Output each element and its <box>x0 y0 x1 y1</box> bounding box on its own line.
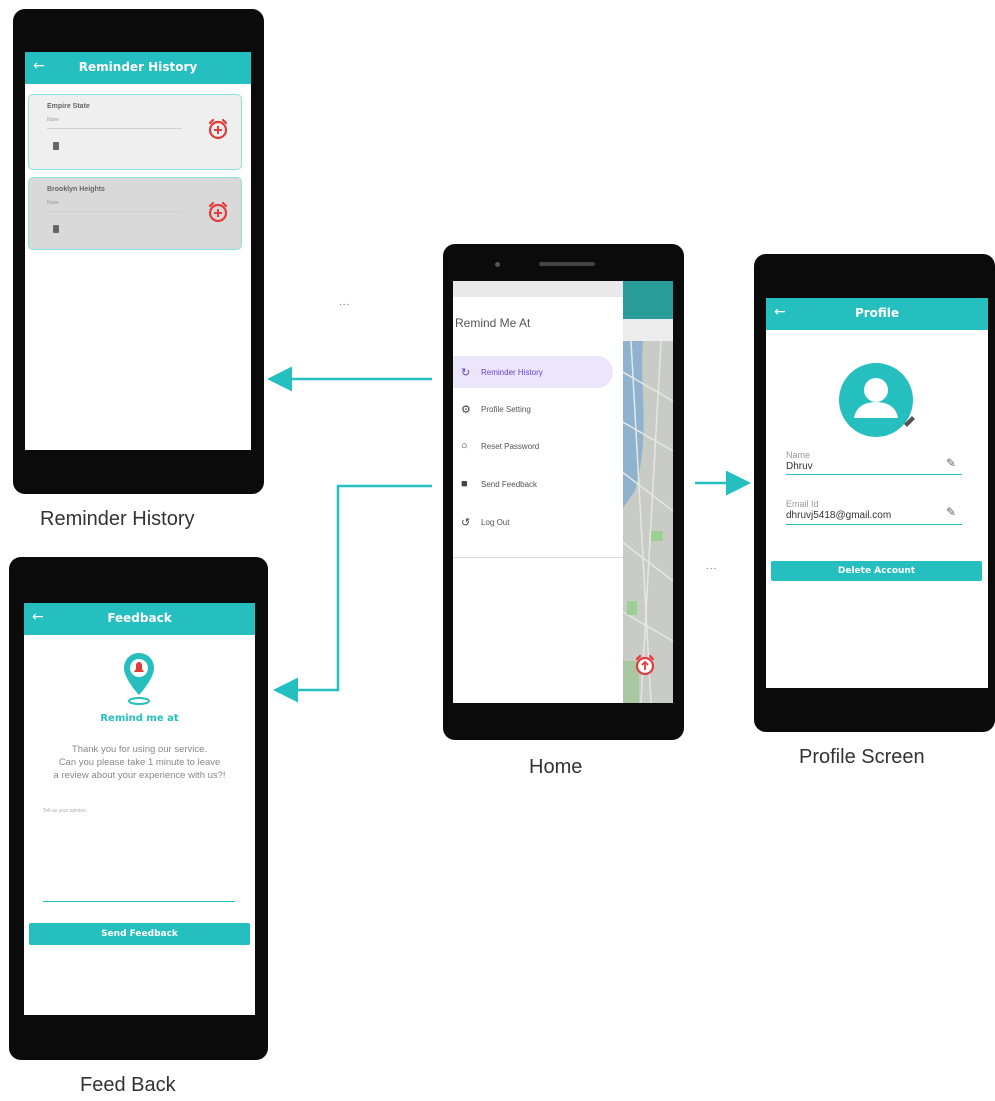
location-bell-logo-icon <box>124 653 154 705</box>
ellipsis-top: ... <box>339 297 351 308</box>
reminder-card-note: None <box>47 117 59 123</box>
profile-title: Profile <box>854 306 900 320</box>
menu-item-reminder-history[interactable]: ↻ Reminder History <box>453 356 613 388</box>
alarm-clock-icon[interactable] <box>207 118 229 140</box>
drawer-header-strip <box>453 281 623 297</box>
email-value[interactable]: dhruvj5418@gmail.com <box>786 510 891 521</box>
alarm-clock-icon[interactable] <box>207 201 229 223</box>
email-underline <box>786 524 962 525</box>
camera-icon <box>495 262 500 267</box>
drawer-divider <box>453 557 623 558</box>
name-value[interactable]: Dhruv <box>786 461 813 472</box>
menu-item-label: Reset Password <box>481 442 540 451</box>
menu-item-profile-setting[interactable]: ⚙ Profile Setting <box>453 393 613 425</box>
reminder-history-screen: ← Reminder History Empire State None Bro… <box>25 52 251 450</box>
feedback-icon: ■ <box>461 478 468 490</box>
reminder-card-title: Brooklyn Heights <box>47 186 105 193</box>
gear-icon: ⚙ <box>461 404 471 416</box>
navigation-drawer: Remind Me At ↻ Reminder History ⚙ Profil… <box>453 281 623 703</box>
delete-account-button[interactable]: Delete Account <box>771 561 982 581</box>
reminder-card[interactable]: Empire State None <box>28 94 242 170</box>
trash-icon[interactable] <box>53 142 59 150</box>
menu-item-reset-password[interactable]: ○ Reset Password <box>453 430 613 462</box>
trash-icon[interactable] <box>53 225 59 233</box>
avatar-icon[interactable] <box>838 362 918 438</box>
reminder-history-appbar: ← Reminder History <box>25 52 251 84</box>
profile-appbar: ← Profile <box>766 298 988 330</box>
edit-name-icon[interactable]: ✎ <box>946 456 956 470</box>
map-view[interactable] <box>621 281 673 703</box>
name-underline <box>786 474 962 475</box>
logout-icon: ↺ <box>461 517 471 529</box>
email-label: Email Id <box>786 499 819 509</box>
reminder-card[interactable]: Brooklyn Heights None <box>28 177 242 250</box>
message-line: a review about your experience with us?! <box>53 770 226 781</box>
caption-reminder-history: Reminder History <box>40 508 195 530</box>
reset-icon: ○ <box>461 440 468 452</box>
caption-feedback: Feed Back <box>80 1074 176 1096</box>
home-screen: Remind Me At ↻ Reminder History ⚙ Profil… <box>453 281 673 703</box>
menu-item-log-out[interactable]: ↺ Log Out <box>453 506 613 538</box>
reminder-history-phone: ← Reminder History Empire State None Bro… <box>13 9 264 494</box>
arrow-to-feedback <box>273 484 432 703</box>
feedback-screen: ← Feedback Remind me at Thank you for us… <box>24 603 255 1015</box>
home-phone: Remind Me At ↻ Reminder History ⚙ Profil… <box>443 244 684 740</box>
menu-item-label: Log Out <box>481 518 510 527</box>
message-line: Thank you for using our service. <box>71 744 208 755</box>
feedback-appbar: ← Feedback <box>24 603 255 635</box>
reminder-card-note: None <box>47 200 59 206</box>
alarm-clock-icon[interactable] <box>634 654 656 676</box>
menu-item-label: Profile Setting <box>481 405 531 414</box>
history-icon: ↻ <box>461 367 471 379</box>
reminder-card-title: Empire State <box>47 103 90 110</box>
speaker-grille <box>539 262 595 266</box>
profile-screen: ← Profile Name Dhruv ✎ Email Id dhruvj54… <box>766 298 988 688</box>
divider <box>47 128 182 129</box>
send-feedback-button[interactable]: Send Feedback <box>29 923 250 945</box>
menu-item-send-feedback[interactable]: ■ Send Feedback <box>453 468 613 500</box>
caption-profile: Profile Screen <box>799 746 925 768</box>
feedback-phone: ← Feedback Remind me at Thank you for us… <box>9 557 268 1060</box>
feedback-title: Feedback <box>107 611 172 625</box>
menu-item-label: Reminder History <box>481 368 543 377</box>
caption-home: Home <box>529 756 583 778</box>
feedback-input-placeholder: Tell us your opinion. <box>43 808 88 814</box>
brand-name: Remind me at <box>100 713 179 724</box>
message-line: Can you please take 1 minute to leave <box>58 757 221 768</box>
menu-item-label: Send Feedback <box>481 480 538 489</box>
ellipsis-middle: ... <box>706 561 718 572</box>
feedback-input[interactable]: Tell us your opinion. <box>43 799 235 902</box>
drawer-title: Remind Me At <box>455 316 531 330</box>
edit-email-icon[interactable]: ✎ <box>946 505 956 519</box>
thank-you-message: Thank you for using our service. Can you… <box>24 743 255 782</box>
profile-phone: ← Profile Name Dhruv ✎ Email Id dhruvj54… <box>754 254 995 732</box>
reminder-history-title: Reminder History <box>78 60 198 74</box>
name-label: Name <box>786 450 811 460</box>
divider <box>47 211 182 212</box>
